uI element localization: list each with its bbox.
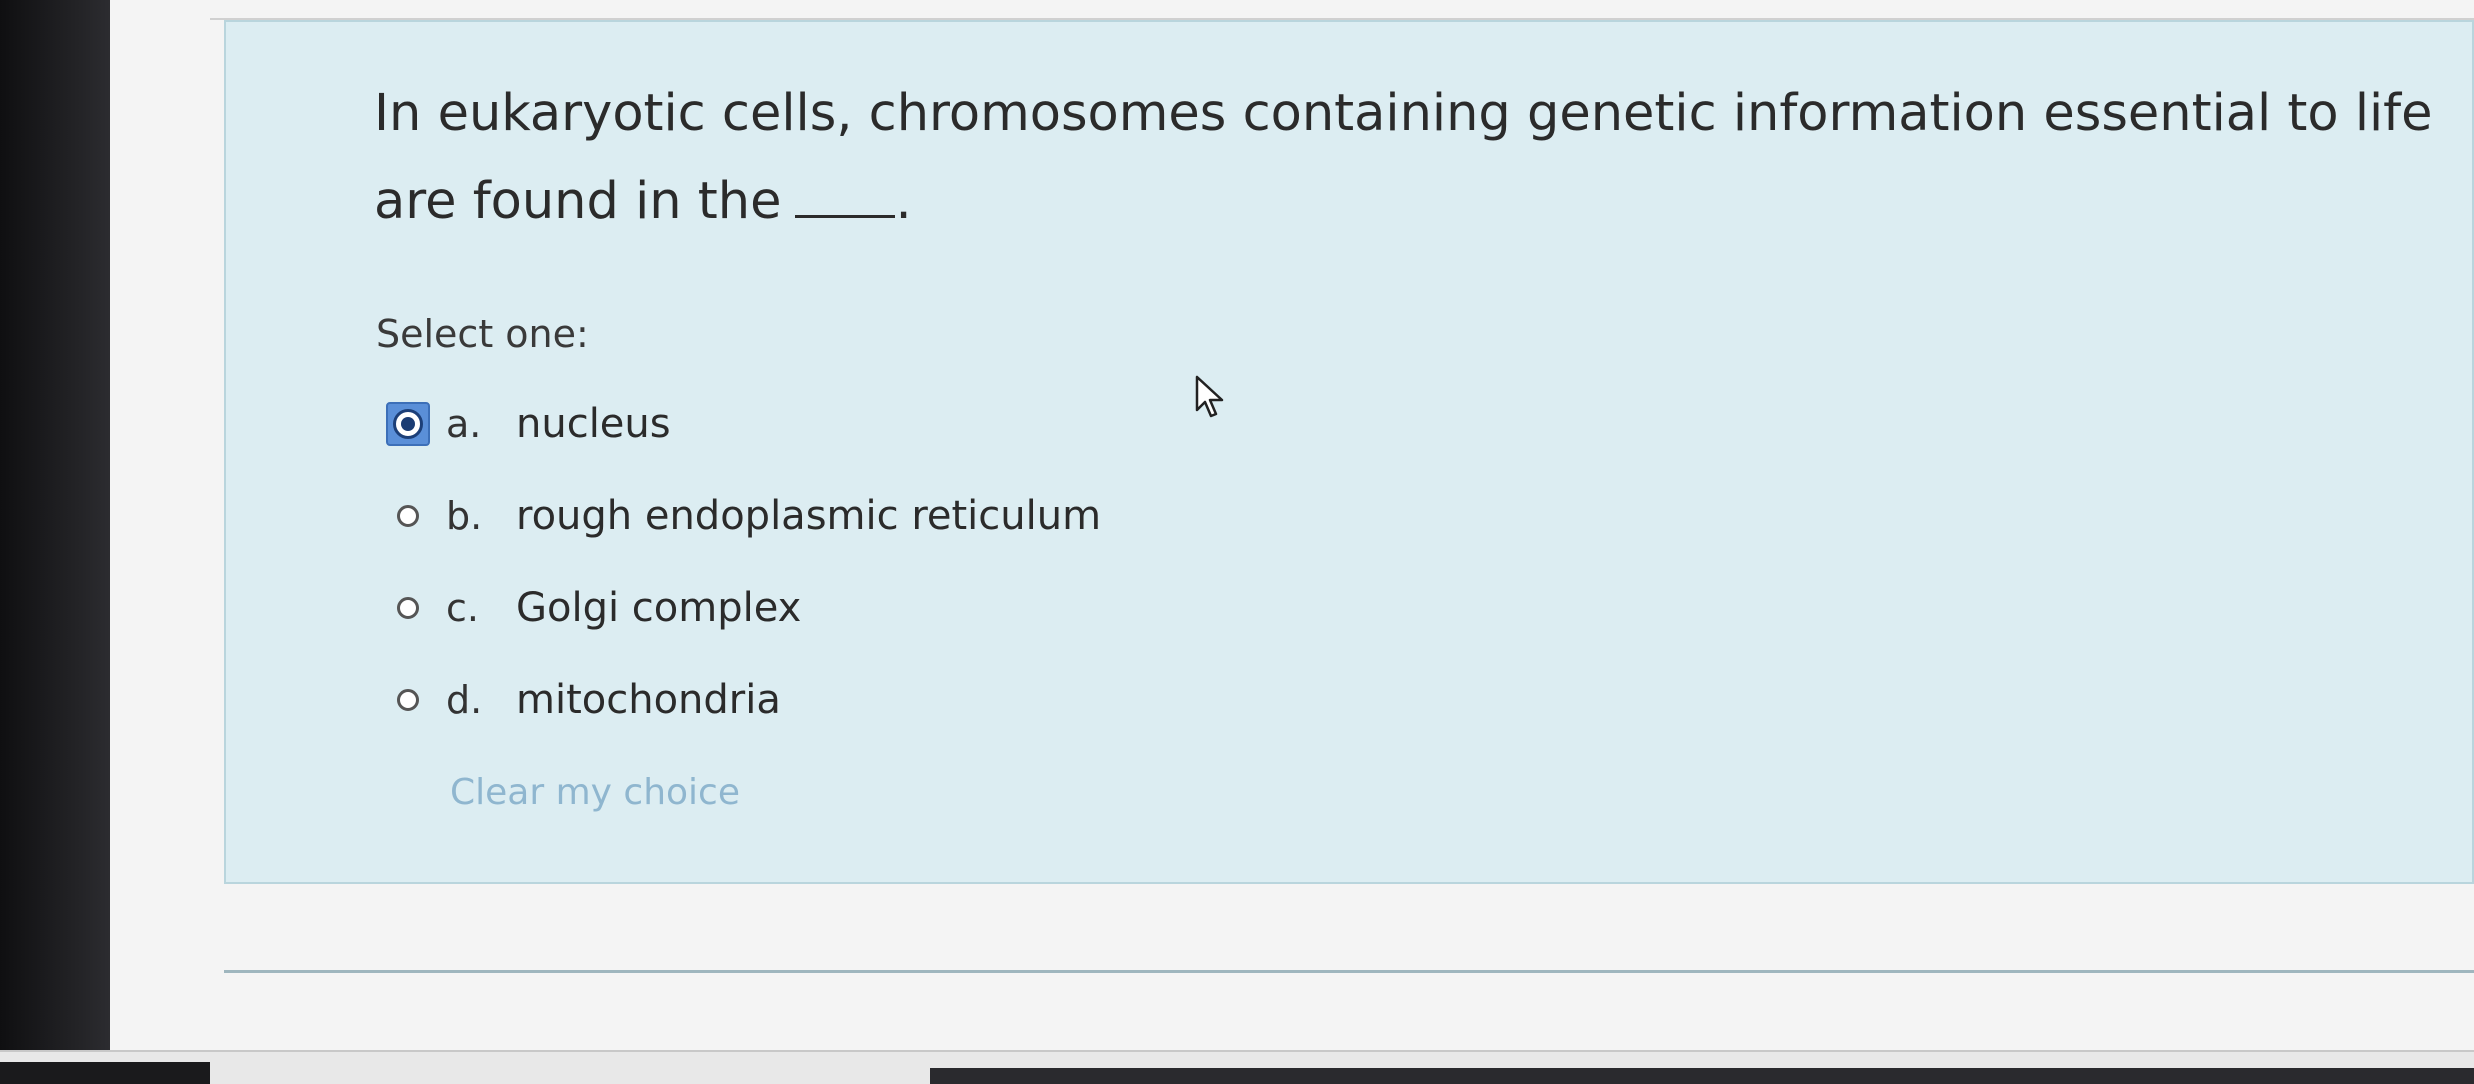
option-c[interactable]: c. Golgi complex	[386, 578, 1286, 638]
option-letter: a.	[446, 402, 482, 446]
quiz-page: In eukaryotic cells, chromosomes contain…	[110, 0, 2474, 1084]
bottom-bezel-right	[930, 1068, 2474, 1084]
option-text: rough endoplasmic reticulum	[516, 493, 1102, 539]
clear-my-choice-link[interactable]: Clear my choice	[450, 772, 740, 813]
radio-icon[interactable]	[386, 678, 430, 722]
question-box: In eukaryotic cells, chromosomes contain…	[224, 20, 2474, 884]
question-info-strip	[210, 0, 2474, 20]
bottom-bezel-left	[0, 1062, 210, 1084]
section-divider	[224, 970, 2474, 973]
radio-icon-selected[interactable]	[386, 402, 430, 446]
question-text-after-blank: .	[895, 172, 912, 231]
question-text-before-blank: In eukaryotic cells, chromosomes contain…	[374, 84, 2433, 231]
option-text: nucleus	[516, 401, 671, 447]
option-a[interactable]: a. nucleus	[386, 394, 1286, 454]
question-text: In eukaryotic cells, chromosomes contain…	[374, 70, 2474, 246]
select-one-label: Select one:	[376, 312, 589, 356]
option-d[interactable]: d. mitochondria	[386, 670, 1286, 730]
radio-icon[interactable]	[386, 494, 430, 538]
option-letter: d.	[446, 678, 483, 722]
option-text: Golgi complex	[516, 585, 802, 631]
screen-bezel	[0, 0, 110, 1084]
option-text: mitochondria	[516, 677, 781, 723]
mouse-pointer-icon	[1195, 375, 1224, 418]
option-letter: b.	[446, 494, 483, 538]
option-letter: c.	[446, 586, 479, 630]
answer-blank	[795, 208, 896, 218]
option-b[interactable]: b. rough endoplasmic reticulum	[386, 486, 1286, 546]
radio-icon[interactable]	[386, 586, 430, 630]
